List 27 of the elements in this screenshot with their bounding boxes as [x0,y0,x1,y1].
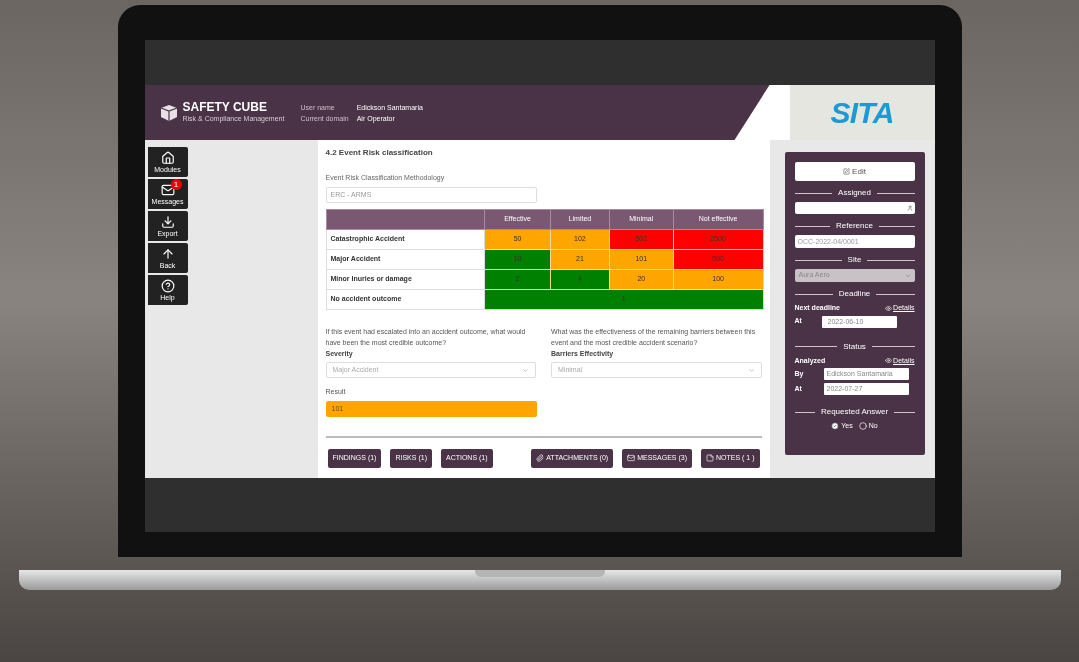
edit-button[interactable]: Edit [794,162,915,181]
section-label: Status [843,340,866,353]
partner-logo: SITA [789,85,935,140]
eye-icon [885,357,893,365]
section-label: Assigned [838,187,871,199]
brand-name: SAFETY CUBE [182,100,268,114]
notification-badge: 1 [170,179,182,190]
edit-icon [843,168,851,175]
download-icon [160,214,175,229]
envelope-icon [627,454,636,462]
section-label: Deadline [838,288,871,300]
chevron-down-icon [522,366,529,374]
section-label: Requested Answer [820,406,889,418]
cube-logo-icon [159,104,178,121]
section-label: Site [847,254,862,266]
chevron-down-icon [904,272,911,279]
envelope-icon [160,182,175,197]
help-icon [160,278,175,293]
section-label: Reference [836,220,873,232]
assignee-field[interactable] [794,202,915,214]
paperclip-icon [536,454,545,462]
section-title: 4.2 Event Risk classification [325,147,434,159]
note-icon [706,454,714,462]
home-icon [160,150,175,165]
chevron-down-icon [747,366,755,374]
eye-icon [885,304,893,312]
user-icon [906,205,913,211]
